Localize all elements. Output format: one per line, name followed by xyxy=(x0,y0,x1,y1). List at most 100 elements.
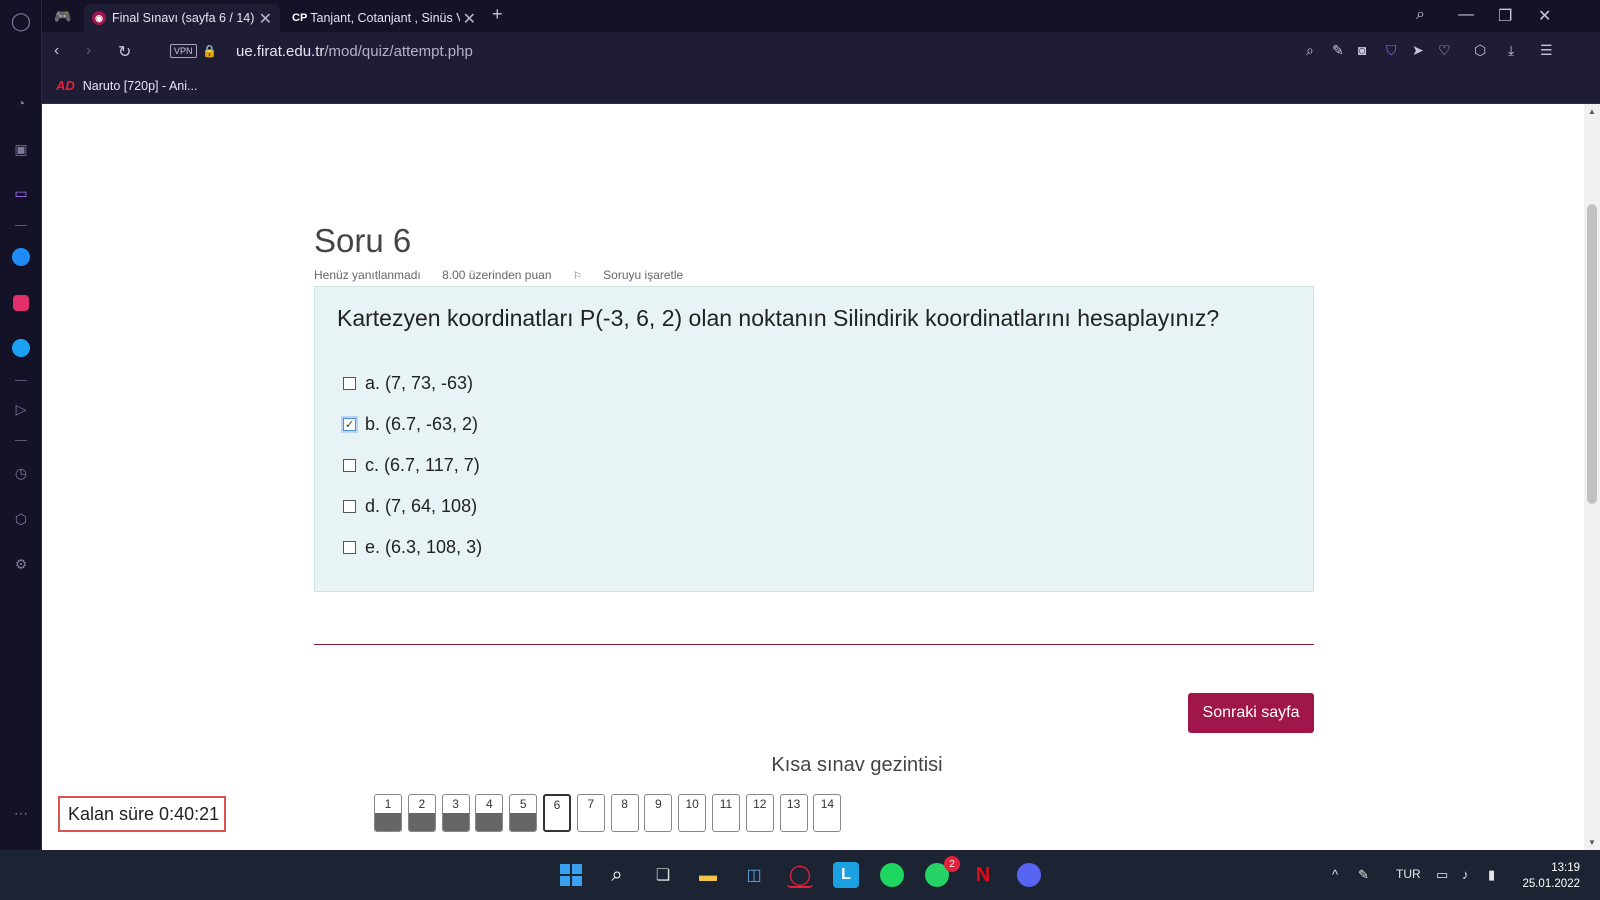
battery-icon[interactable]: ▮ xyxy=(1488,867,1495,883)
quiz-nav-button-13[interactable]: 13 xyxy=(779,794,808,832)
bookmarks-bar: AD Naruto [720p] - Ani... xyxy=(42,72,1600,104)
option-b[interactable]: ✓ b. (6.7, -63, 2) xyxy=(341,414,478,435)
quiz-nav-button-12[interactable]: 12 xyxy=(745,794,774,832)
speed-dial-icon[interactable]: ◔ xyxy=(10,92,32,114)
cube-icon[interactable]: ⬡ xyxy=(1474,42,1486,59)
minimize-icon[interactable]: — xyxy=(1458,6,1474,24)
lock-icon[interactable]: 🔒 xyxy=(202,44,217,58)
network-icon[interactable]: ▭ xyxy=(1436,867,1448,883)
forward-icon[interactable]: › xyxy=(86,42,91,60)
next-page-button[interactable]: Sonraki sayfa xyxy=(1188,693,1314,733)
scroll-down-icon[interactable]: ▼ xyxy=(1588,838,1596,847)
question-box: Kartezyen koordinatları P(-3, 6, 2) olan… xyxy=(314,286,1314,592)
quiz-nav-button-7[interactable]: 7 xyxy=(576,794,605,832)
site-favicon-icon: ◉ xyxy=(92,11,106,25)
twitter-icon[interactable] xyxy=(12,339,30,357)
search-icon[interactable]: ⌕ xyxy=(604,862,630,888)
option-a[interactable]: a. (7, 73, -63) xyxy=(343,373,473,394)
option-checkbox[interactable] xyxy=(343,500,356,513)
spotify-icon[interactable] xyxy=(879,862,905,888)
question-status: Henüz yanıtlanmadı xyxy=(314,268,421,282)
new-tab-icon[interactable]: + xyxy=(492,4,503,25)
tab-tanjant[interactable]: CP Tanjant, Cotanjant , Sinüs V ✕ xyxy=(284,4,484,32)
quiz-nav-button-8[interactable]: 8 xyxy=(610,794,639,832)
scrollbar-thumb[interactable] xyxy=(1587,204,1597,504)
option-label: c. (6.7, 117, 7) xyxy=(365,455,480,475)
quiz-nav-button-6[interactable]: 6 xyxy=(543,794,571,832)
quiz-nav-button-10[interactable]: 10 xyxy=(678,794,707,832)
vpn-badge[interactable]: VPN xyxy=(170,44,197,58)
quiz-nav-button-2[interactable]: 2 xyxy=(407,794,436,832)
pen-icon[interactable]: ✎ xyxy=(1358,867,1369,883)
heart-icon[interactable]: ♡ xyxy=(1438,42,1451,59)
easy-setup-icon[interactable]: ☰ xyxy=(1540,42,1553,59)
option-checkbox[interactable] xyxy=(343,459,356,472)
url-field[interactable]: ue.firat.edu.tr/mod/quiz/attempt.php xyxy=(236,43,473,60)
close-tab-icon[interactable]: ✕ xyxy=(463,9,476,29)
option-c[interactable]: c. (6.7, 117, 7) xyxy=(343,455,480,476)
restore-icon[interactable]: ❐ xyxy=(1498,6,1512,26)
tab-final-sinavi[interactable]: ◉ Final Sınavı (sayfa 6 / 14) ✕ xyxy=(84,4,280,32)
option-checkbox-checked[interactable]: ✓ xyxy=(341,416,358,433)
opera-browser-icon[interactable]: ◯ xyxy=(787,862,813,888)
url-path: /mod/quiz/attempt.php xyxy=(324,43,473,60)
bookmark-naruto[interactable]: AD Naruto [720p] - Ani... xyxy=(56,78,197,93)
discord-icon[interactable] xyxy=(1016,862,1042,888)
messenger-icon[interactable] xyxy=(12,248,30,266)
start-windows-icon[interactable] xyxy=(558,862,584,888)
back-icon[interactable]: ‹ xyxy=(54,42,59,60)
quiz-nav-button-9[interactable]: 9 xyxy=(644,794,673,832)
flag-icon: ⚐ xyxy=(572,271,582,282)
extensions-icon[interactable]: ⬡ xyxy=(10,508,32,530)
quiz-navigation-title: Kısa sınav gezintisi xyxy=(771,754,943,776)
search-tabs-icon[interactable]: ⌕ xyxy=(1416,6,1425,24)
option-checkbox[interactable] xyxy=(343,541,356,554)
netflix-icon[interactable]: N xyxy=(970,862,996,888)
windows-taskbar: ⌕ ❏ ▬ ◫ ◯ L 2 N ^ ✎ TUR ▭ ♪ ▮ 13:19 25.0… xyxy=(0,850,1600,900)
quiz-nav-button-1[interactable]: 1 xyxy=(374,794,402,832)
quiz-nav-button-3[interactable]: 3 xyxy=(441,794,470,832)
option-e[interactable]: e. (6.3, 108, 3) xyxy=(343,537,482,558)
shield-icon[interactable]: ⛉ xyxy=(1386,42,1397,59)
twitch-icon[interactable]: ▭ xyxy=(10,182,32,204)
quiz-nav-button-11[interactable]: 11 xyxy=(712,794,740,832)
snapshot-icon[interactable]: ◙ xyxy=(1358,42,1366,58)
opera-logo-icon[interactable]: ◯ xyxy=(10,10,32,32)
question-meta: Henüz yanıtlanmadı 8.00 üzerinden puan ⚐… xyxy=(314,268,719,282)
clock-time: 13:19 xyxy=(1551,862,1580,874)
system-clock[interactable]: 13:19 25.01.2022 xyxy=(1522,860,1580,892)
file-explorer-icon[interactable]: ▬ xyxy=(695,862,721,888)
download-icon[interactable]: ⤓ xyxy=(1508,42,1514,59)
page-scrollbar[interactable]: ▲ ▼ xyxy=(1584,104,1600,850)
close-tab-icon[interactable]: ✕ xyxy=(259,9,272,29)
cp-favicon-icon: CP xyxy=(292,12,308,24)
history-icon[interactable]: ◷ xyxy=(10,462,32,484)
task-view-icon[interactable]: ❏ xyxy=(650,862,676,888)
browser-sidebar: ◯ ◔ ▣ ▭ ▷ ◷ ⬡ ⚙ ⋯ xyxy=(0,0,42,850)
close-window-icon[interactable]: ✕ xyxy=(1538,6,1551,26)
quiz-nav-button-4[interactable]: 4 xyxy=(475,794,504,832)
option-d[interactable]: d. (7, 64, 108) xyxy=(343,496,477,517)
option-checkbox[interactable] xyxy=(343,377,356,390)
microsoft-store-icon[interactable]: ◫ xyxy=(741,862,767,888)
scroll-up-icon[interactable]: ▲ xyxy=(1588,107,1596,116)
gaming-icon[interactable]: 🎮 xyxy=(52,5,74,27)
quiz-nav-number: 6 xyxy=(553,798,561,812)
edit-icon[interactable]: ✎ xyxy=(1332,42,1344,59)
answered-indicator xyxy=(408,813,435,831)
l-app-icon[interactable]: L xyxy=(833,862,859,888)
settings-gear-icon[interactable]: ⚙ xyxy=(10,553,32,575)
search-page-icon[interactable]: ⌕ xyxy=(1306,42,1314,59)
quiz-nav-button-14[interactable]: 14 xyxy=(813,794,842,832)
flag-question-link[interactable]: ⚐ Soruyu işaretle xyxy=(573,268,701,282)
instagram-icon[interactable] xyxy=(12,294,30,312)
reload-icon[interactable]: ↻ xyxy=(118,42,131,62)
show-hidden-icons[interactable]: ^ xyxy=(1332,867,1338,882)
shopping-icon[interactable]: ▣ xyxy=(10,138,32,160)
volume-icon[interactable]: ♪ xyxy=(1462,867,1469,882)
player-icon[interactable]: ▷ xyxy=(10,398,32,420)
language-indicator[interactable]: TUR xyxy=(1396,867,1421,881)
send-icon[interactable]: ➤ xyxy=(1412,42,1424,59)
more-icon[interactable]: ⋯ xyxy=(10,802,32,824)
quiz-nav-button-5[interactable]: 5 xyxy=(509,794,538,832)
